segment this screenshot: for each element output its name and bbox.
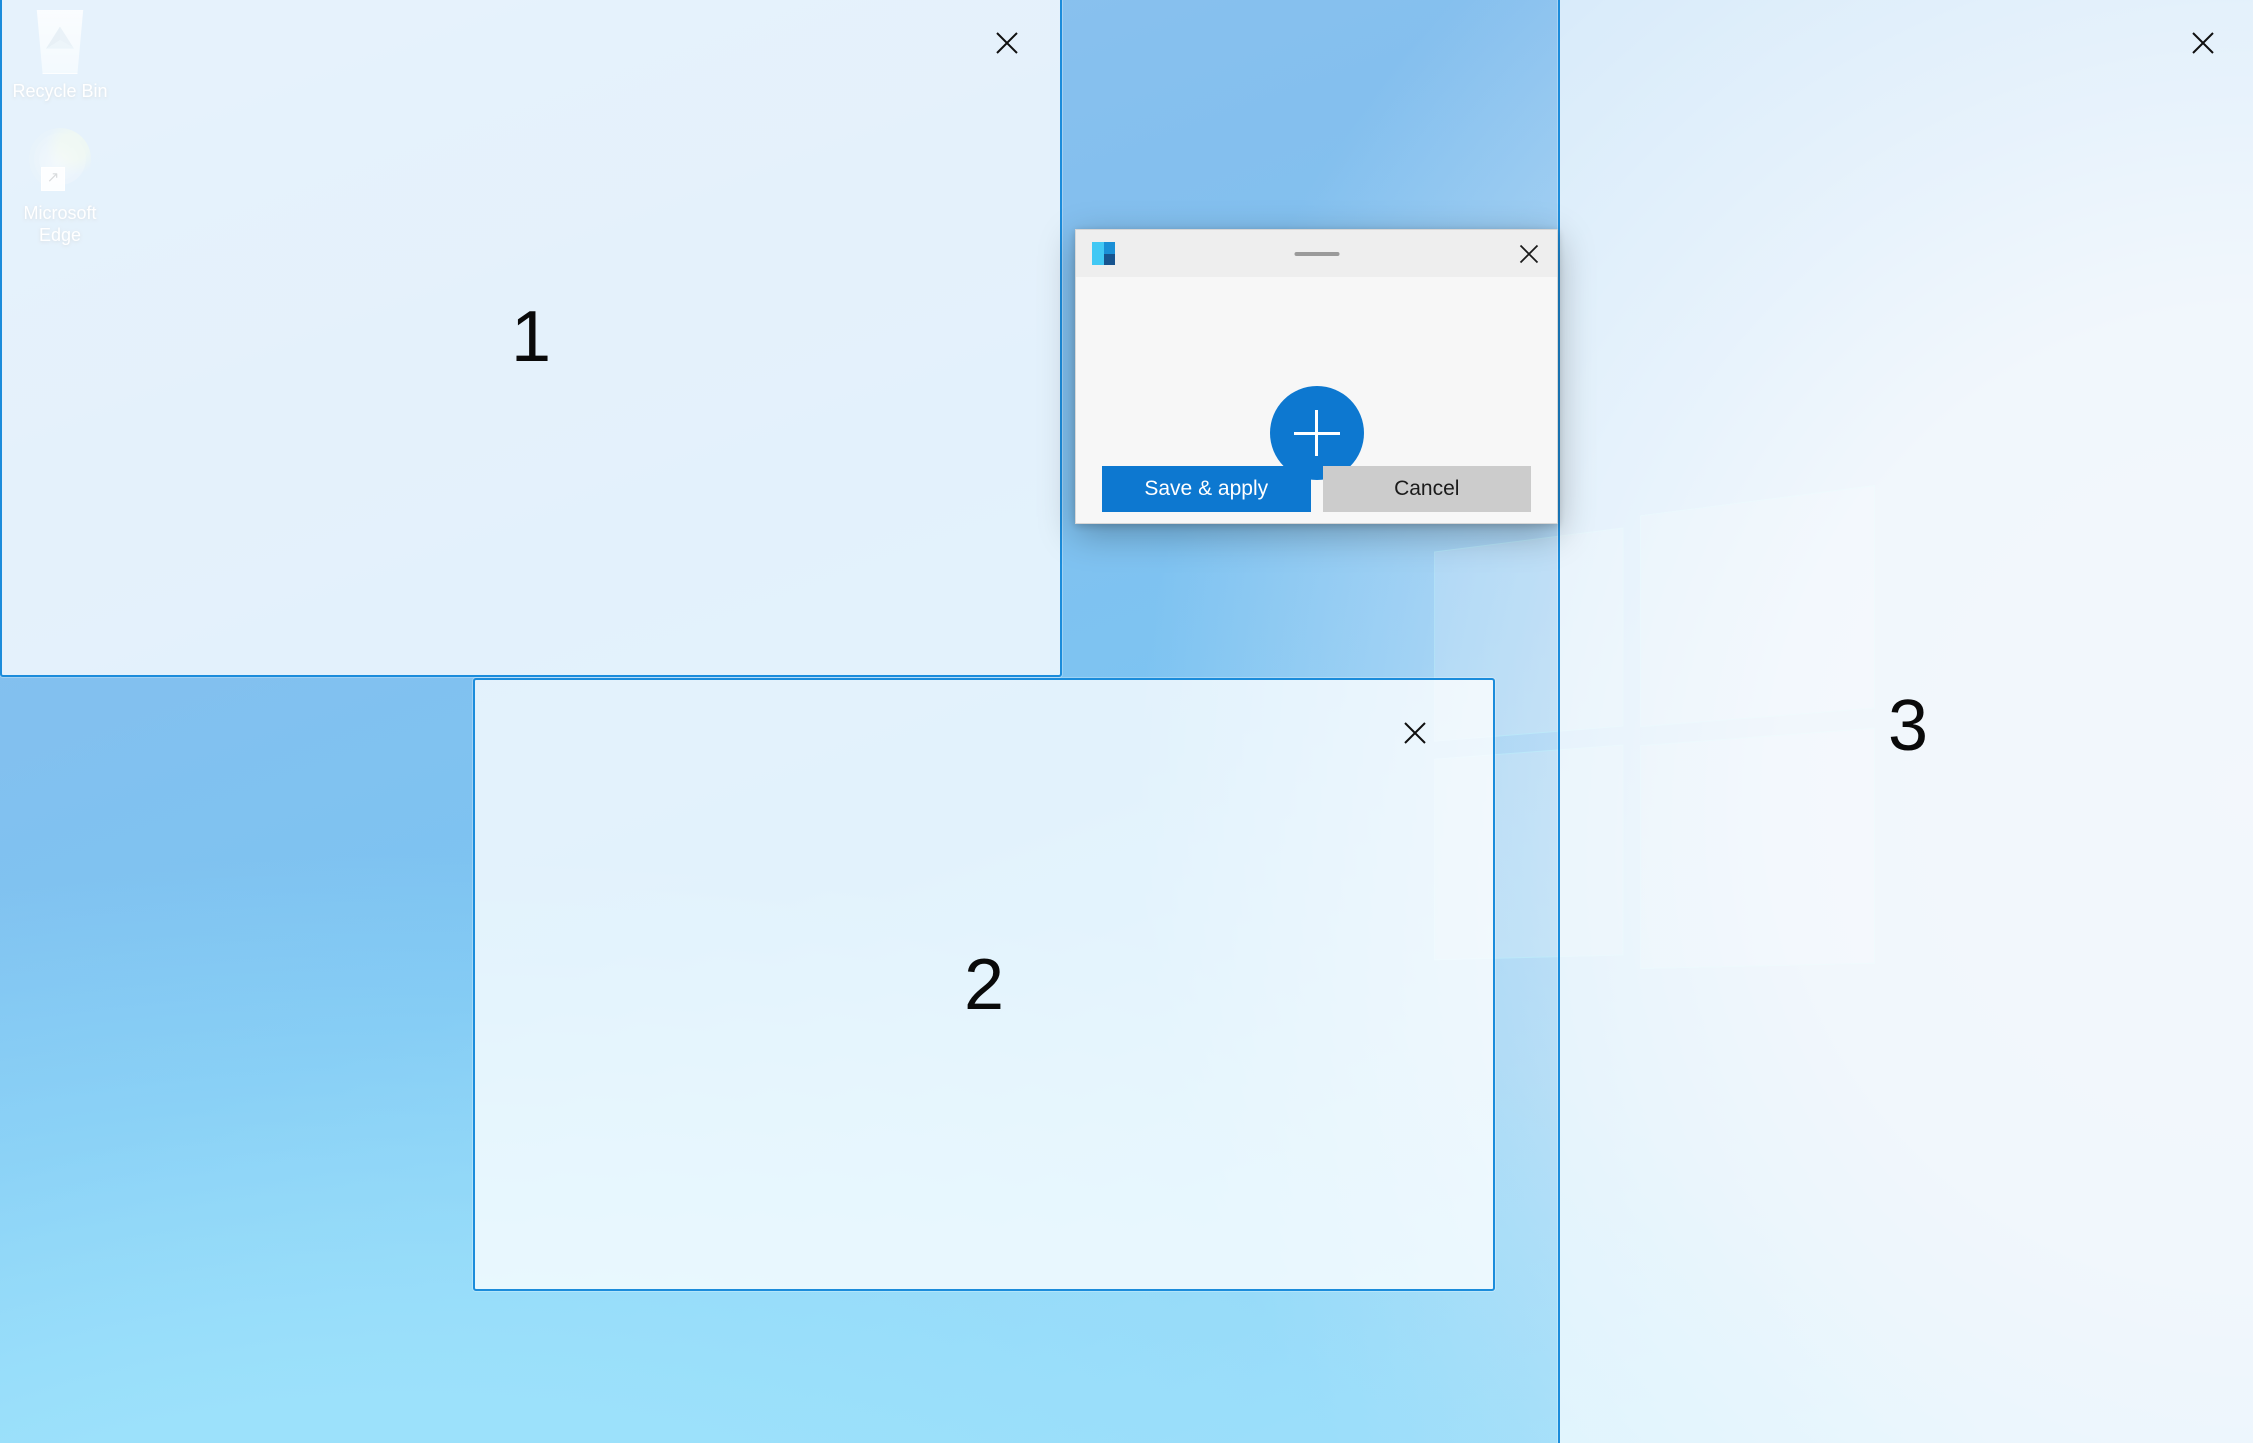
desktop-screen: Recycle Bin ↗ Microsoft Edge 1 2 3 — [0, 0, 2253, 1443]
zone-number-label: 3 — [1887, 686, 1929, 766]
cancel-button[interactable]: Cancel — [1322, 466, 1531, 512]
zone-close-icon[interactable] — [2180, 20, 2226, 66]
layout-zone-3[interactable]: 3 — [1558, 0, 2253, 1443]
layout-zone-2[interactable]: 2 — [473, 678, 1495, 1291]
dialog-action-bar: Save & apply Cancel — [1076, 466, 1557, 512]
layout-zone-1[interactable]: 1 — [0, 0, 1062, 677]
dialog-title-bar[interactable] — [1076, 230, 1557, 277]
close-icon[interactable] — [1511, 236, 1547, 272]
zone-editor-dialog[interactable]: Save & apply Cancel — [1075, 229, 1558, 524]
fancyzones-icon — [1092, 242, 1115, 265]
dialog-body: Save & apply Cancel — [1076, 277, 1557, 523]
window-drag-handle[interactable] — [1294, 251, 1339, 256]
zone-close-icon[interactable] — [1392, 710, 1438, 756]
save-and-apply-button[interactable]: Save & apply — [1102, 466, 1311, 512]
zone-number-label: 1 — [510, 296, 552, 377]
zone-close-icon[interactable] — [984, 20, 1030, 66]
zone-number-label: 2 — [963, 944, 1005, 1025]
